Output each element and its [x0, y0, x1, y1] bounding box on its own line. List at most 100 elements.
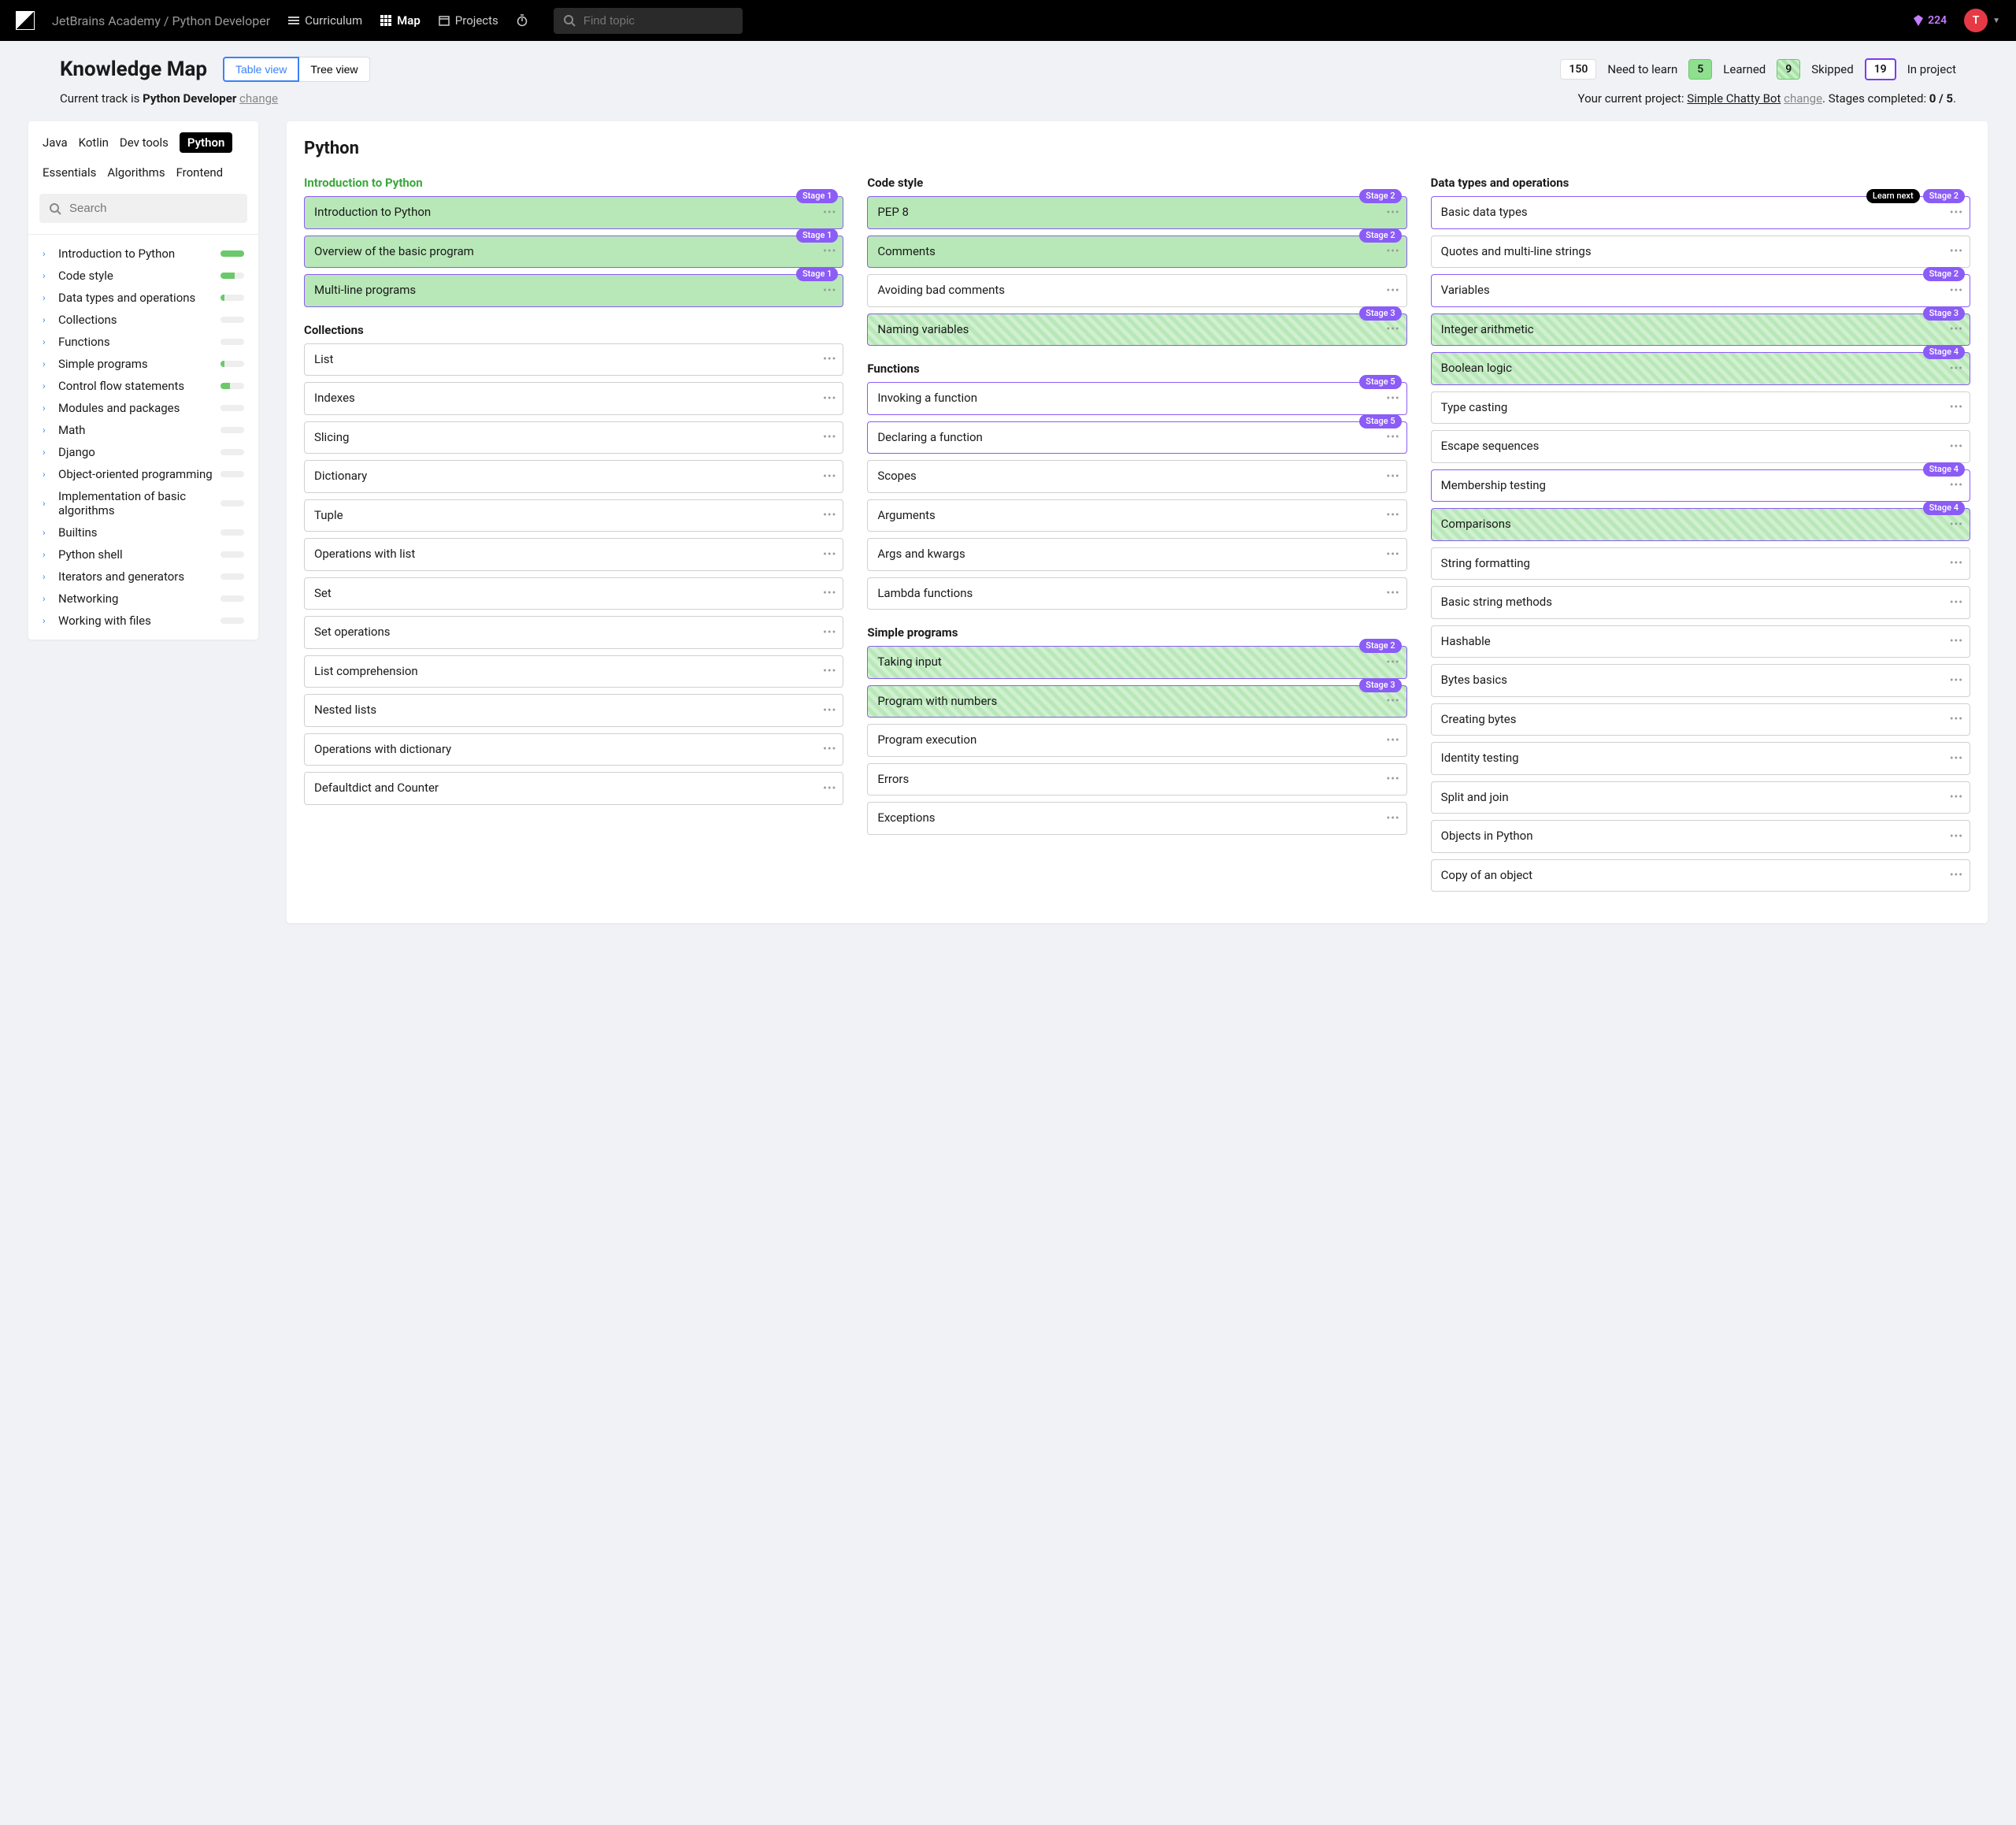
more-icon[interactable]: ••• [1386, 772, 1399, 786]
more-icon[interactable]: ••• [823, 391, 836, 406]
sidebar-search-input[interactable] [69, 202, 238, 215]
category-item[interactable]: › Modules and packages [28, 397, 258, 419]
topic-card[interactable]: Stage 5Invoking a function••• [867, 382, 1406, 415]
more-icon[interactable]: ••• [1950, 206, 1963, 220]
nav-map[interactable]: Map [380, 13, 421, 28]
category-item[interactable]: › Simple programs [28, 353, 258, 375]
nav-projects[interactable]: Projects [438, 13, 498, 28]
change-track-link[interactable]: change [239, 91, 278, 106]
more-icon[interactable]: ••• [1950, 244, 1963, 258]
topic-card[interactable]: Stage 4Comparisons••• [1431, 508, 1970, 541]
more-icon[interactable]: ••• [1950, 440, 1963, 454]
nav-timer[interactable] [516, 14, 528, 27]
more-icon[interactable]: ••• [823, 244, 836, 258]
topic-card[interactable]: Learn nextStage 2Basic data types••• [1431, 196, 1970, 229]
category-item[interactable]: › Control flow statements [28, 375, 258, 397]
sidebar-tab[interactable]: Frontend [176, 162, 223, 183]
more-icon[interactable]: ••• [1386, 244, 1399, 258]
topic-card[interactable]: Stage 3Integer arithmetic••• [1431, 313, 1970, 347]
more-icon[interactable]: ••• [1386, 391, 1399, 406]
topic-card[interactable]: Quotes and multi-line strings••• [1431, 236, 1970, 269]
more-icon[interactable]: ••• [823, 206, 836, 220]
topic-card[interactable]: List comprehension••• [304, 655, 843, 688]
more-icon[interactable]: ••• [1950, 790, 1963, 804]
more-icon[interactable]: ••• [1386, 322, 1399, 336]
topic-card[interactable]: Tuple••• [304, 499, 843, 532]
topic-card[interactable]: Stage 2Taking input••• [867, 646, 1406, 679]
more-icon[interactable]: ••• [823, 742, 836, 756]
topic-card[interactable]: Stage 1Introduction to Python••• [304, 196, 843, 229]
more-icon[interactable]: ••• [1950, 712, 1963, 726]
topic-card[interactable]: Stage 4Membership testing••• [1431, 469, 1970, 503]
topic-card[interactable]: Basic string methods••• [1431, 586, 1970, 619]
more-icon[interactable]: ••• [823, 352, 836, 366]
more-icon[interactable]: ••• [823, 547, 836, 562]
more-icon[interactable]: ••• [1386, 811, 1399, 825]
more-icon[interactable]: ••• [1386, 655, 1399, 670]
change-project-link[interactable]: change [1784, 91, 1822, 106]
topic-card[interactable]: Stage 3Naming variables••• [867, 313, 1406, 347]
category-item[interactable]: › Data types and operations [28, 287, 258, 309]
more-icon[interactable]: ••• [1386, 547, 1399, 562]
topic-card[interactable]: Operations with list••• [304, 538, 843, 571]
topic-card[interactable]: Escape sequences••• [1431, 430, 1970, 463]
user-menu[interactable]: T ▼ [1964, 9, 2000, 32]
topic-card[interactable]: Defaultdict and Counter••• [304, 772, 843, 805]
category-item[interactable]: › Iterators and generators [28, 566, 258, 588]
topic-card[interactable]: Type casting••• [1431, 391, 1970, 425]
sidebar-tab[interactable]: Dev tools [120, 132, 169, 153]
category-item[interactable]: › Code style [28, 265, 258, 287]
topic-card[interactable]: Exceptions••• [867, 802, 1406, 835]
topic-card[interactable]: Program execution••• [867, 724, 1406, 757]
topbar-search[interactable] [554, 8, 743, 34]
topic-card[interactable]: Set••• [304, 577, 843, 610]
category-item[interactable]: › Django [28, 441, 258, 463]
sidebar-tab[interactable]: Kotlin [79, 132, 109, 153]
topic-card[interactable]: Copy of an object••• [1431, 859, 1970, 892]
more-icon[interactable]: ••• [1386, 469, 1399, 484]
topic-card[interactable]: Creating bytes••• [1431, 703, 1970, 736]
project-link[interactable]: Simple Chatty Bot [1687, 91, 1781, 106]
topic-card[interactable]: Bytes basics••• [1431, 664, 1970, 697]
more-icon[interactable]: ••• [1950, 673, 1963, 688]
category-item[interactable]: › Introduction to Python [28, 243, 258, 265]
more-icon[interactable]: ••• [1950, 751, 1963, 766]
sidebar-tab[interactable]: Java [43, 132, 68, 153]
topic-card[interactable]: String formatting••• [1431, 547, 1970, 581]
topic-card[interactable]: Scopes••• [867, 460, 1406, 493]
more-icon[interactable]: ••• [1950, 517, 1963, 532]
category-item[interactable]: › Python shell [28, 543, 258, 566]
topic-card[interactable]: Stage 1Multi-line programs••• [304, 274, 843, 307]
topic-card[interactable]: Avoiding bad comments••• [867, 274, 1406, 307]
sidebar-search[interactable] [39, 194, 247, 223]
tree-view-button[interactable]: Tree view [299, 57, 369, 82]
topic-card[interactable]: Slicing••• [304, 421, 843, 454]
sidebar-tab[interactable]: Algorithms [107, 162, 165, 183]
topic-card[interactable]: Set operations••• [304, 616, 843, 649]
category-item[interactable]: › Functions [28, 331, 258, 353]
topic-card[interactable]: Args and kwargs••• [867, 538, 1406, 571]
more-icon[interactable]: ••• [1386, 508, 1399, 522]
topic-card[interactable]: Stage 3Program with numbers••• [867, 685, 1406, 718]
sidebar-tab[interactable]: Python [180, 132, 232, 153]
more-icon[interactable]: ••• [823, 703, 836, 718]
more-icon[interactable]: ••• [1950, 400, 1963, 414]
topic-card[interactable]: Hashable••• [1431, 625, 1970, 658]
topic-card[interactable]: Stage 2Variables••• [1431, 274, 1970, 307]
more-icon[interactable]: ••• [1950, 868, 1963, 882]
topic-card[interactable]: Stage 2PEP 8••• [867, 196, 1406, 229]
more-icon[interactable]: ••• [1386, 733, 1399, 747]
topic-card[interactable]: Nested lists••• [304, 694, 843, 727]
gems-counter[interactable]: 224 [1912, 14, 1947, 27]
topic-card[interactable]: Identity testing••• [1431, 742, 1970, 775]
topic-card[interactable]: List••• [304, 343, 843, 376]
more-icon[interactable]: ••• [1386, 284, 1399, 298]
sidebar-tab[interactable]: Essentials [43, 162, 96, 183]
logo[interactable] [16, 11, 35, 30]
more-icon[interactable]: ••• [823, 664, 836, 678]
breadcrumb[interactable]: JetBrains Academy / Python Developer [52, 13, 270, 28]
more-icon[interactable]: ••• [823, 508, 836, 522]
topic-card[interactable]: Objects in Python••• [1431, 820, 1970, 853]
topbar-search-input[interactable] [584, 14, 733, 28]
topic-card[interactable]: Indexes••• [304, 382, 843, 415]
